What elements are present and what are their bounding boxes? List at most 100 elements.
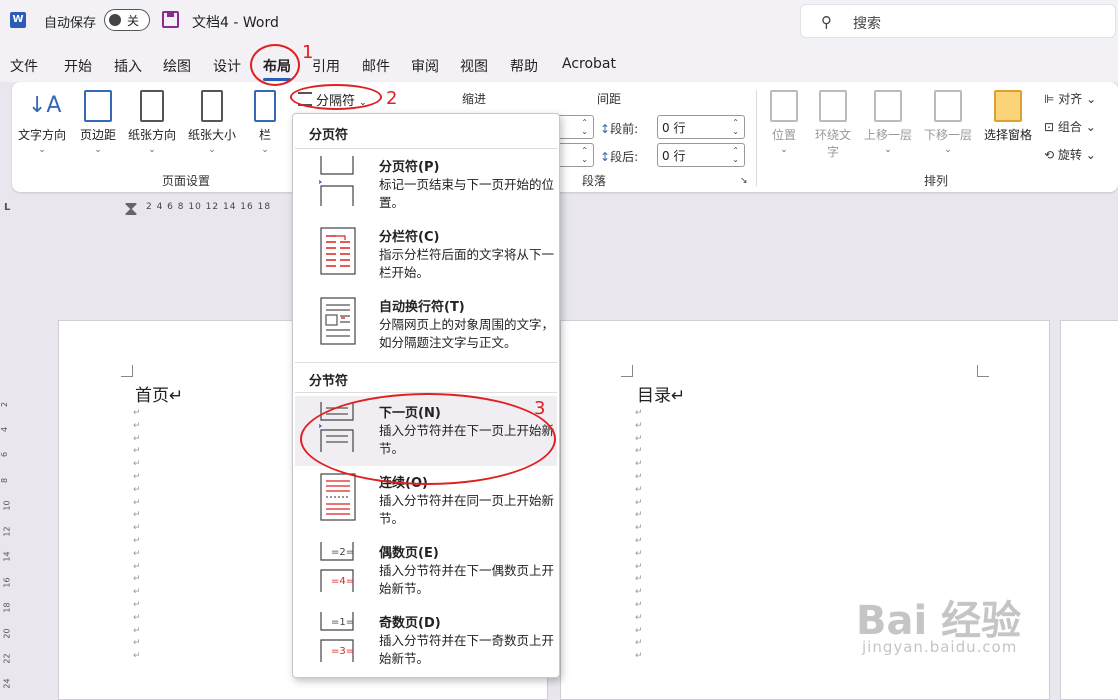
annotation-circle-3	[300, 393, 556, 485]
ruler-tick: 14	[2, 551, 12, 562]
annotation-number-1: 1	[302, 42, 314, 63]
margins-label: 页边距	[79, 128, 116, 142]
menu-item-page-break[interactable]: 分页符(P) 标记一页结束与下一页开始的位置。	[295, 150, 557, 220]
search-box[interactable]: ⚲ 搜索	[800, 4, 1116, 38]
page-break-icon	[319, 156, 354, 206]
continuous-break-icon	[320, 473, 356, 521]
rotate-label: 旋转	[1057, 148, 1082, 162]
text-direction-button[interactable]: ↓A 文字方向 ⌄	[14, 90, 70, 155]
indent-marker-icon[interactable]: ⧗	[124, 196, 138, 220]
svg-text:=4=: =4=	[331, 576, 354, 587]
orientation-button[interactable]: 纸张方向 ⌄	[124, 90, 180, 155]
page-text-home[interactable]: 首页↵	[135, 381, 183, 406]
send-backward-button[interactable]: 下移一层 ⌄	[920, 90, 976, 155]
page-text-toc[interactable]: 目录↵	[637, 381, 685, 406]
tab-insert[interactable]: 插入	[114, 56, 142, 76]
group-separator	[756, 90, 757, 186]
margin-corner	[977, 365, 989, 377]
selection-pane-button[interactable]: 选择窗格	[980, 90, 1036, 143]
tab-mailings[interactable]: 邮件	[362, 56, 390, 76]
menu-item-desc: 插入分节符并在下一偶数页上开始新节。	[379, 563, 555, 596]
paragraph-launcher-icon[interactable]: ↘	[740, 176, 748, 186]
margins-button[interactable]: 页边距 ⌄	[76, 90, 120, 155]
document-title: 文档4 - Word	[192, 15, 279, 31]
chevron-down-icon: ⌄	[780, 145, 788, 155]
menu-item-even-page[interactable]: =2= =4= 偶数页(E) 插入分节符并在下一偶数页上开始新节。	[295, 536, 557, 606]
space-before-value: 0 行	[662, 121, 686, 135]
align-label: 对齐	[1058, 92, 1083, 106]
space-after-label: ↕段后:	[600, 148, 638, 165]
tab-home[interactable]: 开始	[64, 56, 92, 76]
even-page-break-icon: =2= =4=	[320, 542, 354, 592]
space-after-field[interactable]: 0 行 ⌃ ⌄	[657, 143, 745, 167]
ruler-tick: 4	[0, 426, 10, 433]
tab-references[interactable]: 引用	[312, 56, 340, 76]
horizontal-ruler[interactable]: ⧗ 2 4 6 8 10 12 14 16 18	[124, 196, 294, 220]
ribbon-tabs: 文件 开始 插入 绘图 设计 布局 引用 邮件 审阅 视图 帮助 Acrobat	[0, 44, 1118, 82]
menu-item-column-break[interactable]: 分栏符(C) 指示分栏符后面的文字将从下一栏开始。	[295, 220, 557, 290]
margin-corner	[621, 365, 633, 377]
annotation-circle-2	[290, 84, 382, 110]
tab-acrobat[interactable]: Acrobat	[562, 56, 616, 72]
autosave-toggle[interactable]: 关	[104, 9, 150, 31]
ruler-tick: 22	[2, 653, 12, 664]
tab-design[interactable]: 设计	[213, 56, 241, 76]
space-before-field[interactable]: 0 行 ⌃ ⌄	[657, 115, 745, 139]
search-icon: ⚲	[821, 13, 832, 31]
columns-icon	[254, 90, 276, 122]
paragraph-marks: ↵ ↵ ↵ ↵ ↵ ↵ ↵ ↵ ↵ ↵ ↵ ↵ ↵ ↵ ↵ ↵ ↵ ↵ ↵ ↵	[133, 408, 141, 662]
space-after-value: 0 行	[662, 149, 686, 163]
annotation-number-2: 2	[386, 88, 398, 109]
size-button[interactable]: 纸张大小 ⌄	[184, 90, 240, 155]
svg-text:=1=: =1=	[331, 617, 354, 628]
search-placeholder: 搜索	[853, 16, 881, 32]
align-button[interactable]: ⊫ 对齐 ⌄	[1044, 90, 1096, 107]
document-page-next	[1060, 320, 1118, 700]
tab-review[interactable]: 审阅	[411, 56, 439, 76]
menu-item-desc: 分隔网页上的对象周围的文字，如分隔题注文字与正文。	[379, 317, 555, 350]
tab-view[interactable]: 视图	[460, 56, 488, 76]
tab-help[interactable]: 帮助	[510, 56, 538, 76]
ruler-numbers: 2 4 6 8 10 12 14 16 18	[146, 202, 272, 212]
margin-corner	[121, 365, 133, 377]
tab-draw[interactable]: 绘图	[163, 56, 191, 76]
ruler-tick: 12	[2, 526, 12, 537]
rotate-button[interactable]: ⟲ 旋转 ⌄	[1044, 146, 1096, 163]
text-direction-icon: ↓A	[28, 93, 62, 118]
position-button[interactable]: 位置 ⌄	[764, 90, 804, 155]
svg-text:=2=: =2=	[331, 547, 354, 558]
menu-item-odd-page[interactable]: =1= =3= 奇数页(D) 插入分节符并在下一奇数页上开始新节。	[295, 606, 557, 676]
menu-item-title: 偶数页(E)	[379, 546, 439, 561]
chevron-down-icon: ⌄	[148, 145, 156, 155]
text-wrapping-break-icon	[320, 297, 356, 345]
wrap-text-button[interactable]: 环绕文字	[810, 90, 856, 160]
ruler-tick: 20	[2, 628, 12, 639]
selection-pane-label: 选择窗格	[983, 128, 1032, 142]
svg-text:=3=: =3=	[331, 646, 354, 657]
tab-file[interactable]: 文件	[10, 56, 38, 76]
word-logo-icon: W	[10, 12, 26, 28]
spin-arrows-icon: ⌃ ⌄	[581, 146, 588, 164]
columns-button[interactable]: 栏 ⌄	[250, 90, 280, 155]
chevron-down-icon: ⌄	[944, 145, 952, 155]
align-icon: ⊫	[1044, 92, 1059, 106]
paragraph-marks: ↵ ↵ ↵ ↵ ↵ ↵ ↵ ↵ ↵ ↵ ↵ ↵ ↵ ↵ ↵ ↵ ↵ ↵ ↵ ↵	[635, 408, 643, 662]
autosave-state: 关	[127, 14, 140, 28]
bring-forward-icon	[874, 90, 902, 122]
bring-forward-button[interactable]: 上移一层 ⌄	[860, 90, 916, 155]
selection-pane-icon	[994, 90, 1022, 122]
menu-item-desc: 指示分栏符后面的文字将从下一栏开始。	[379, 247, 555, 280]
indent-label: 缩进	[462, 92, 487, 106]
paper-size-icon	[201, 90, 223, 122]
bring-forward-label: 上移一层	[863, 128, 912, 142]
tab-selector-icon[interactable]: L	[4, 202, 10, 213]
vertical-ruler: 2 4 6 8 10 12 14 16 18 20 22 24	[0, 380, 16, 695]
space-before-text: 段前:	[610, 122, 639, 136]
orientation-label: 纸张方向	[127, 128, 176, 142]
menu-item-text-wrapping-break[interactable]: 自动换行符(T) 分隔网页上的对象周围的文字，如分隔题注文字与正文。	[295, 290, 557, 360]
menu-item-desc: 插入分节符并在下一奇数页上开始新节。	[379, 633, 555, 666]
group-button[interactable]: ⊡ 组合 ⌄	[1044, 118, 1096, 135]
size-label: 纸张大小	[187, 128, 236, 142]
save-icon[interactable]	[162, 11, 179, 28]
ruler-tick: 8	[0, 477, 10, 484]
